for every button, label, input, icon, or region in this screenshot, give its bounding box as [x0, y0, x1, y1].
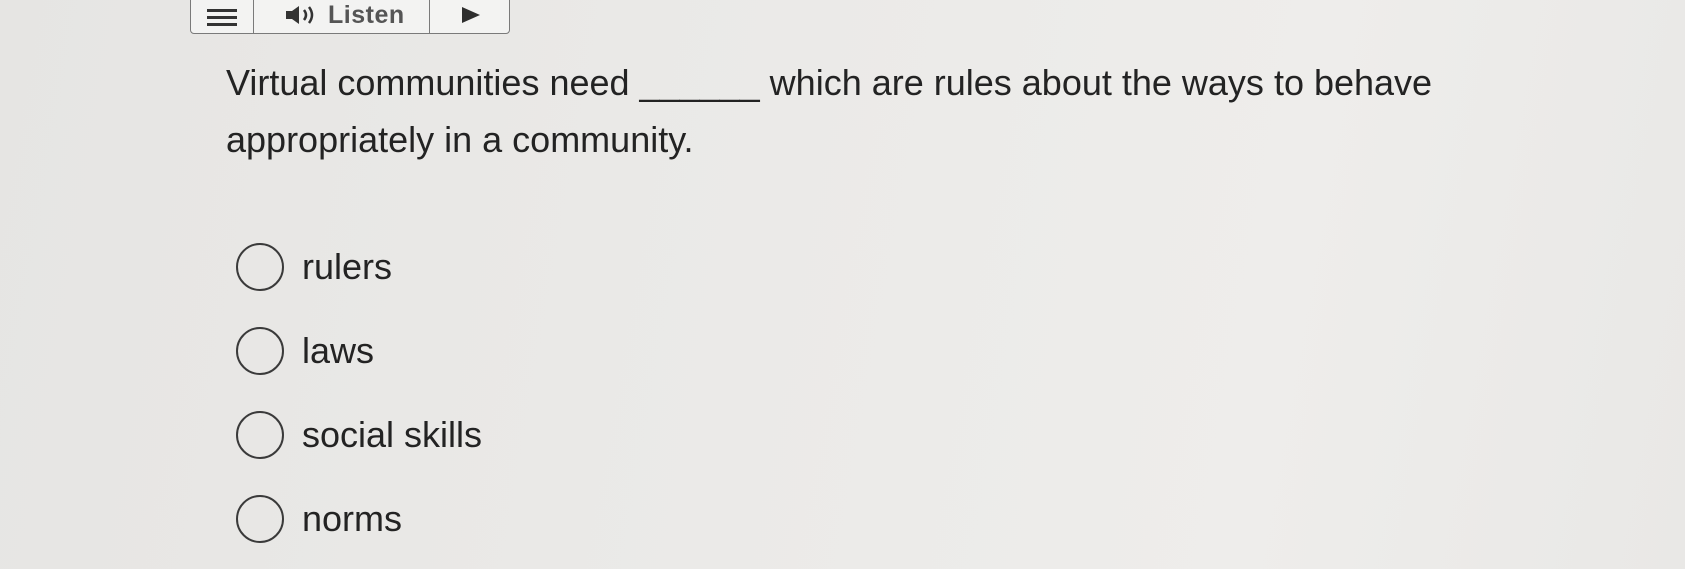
speaker-icon — [286, 6, 314, 24]
option-rulers[interactable]: rulers — [236, 225, 482, 309]
question-text: Virtual communities need ______ which ar… — [226, 62, 1433, 160]
radio-button[interactable] — [236, 495, 284, 543]
option-label: rulers — [302, 246, 393, 287]
listen-button[interactable]: Listen — [254, 0, 430, 33]
play-button[interactable] — [430, 0, 509, 33]
menu-button[interactable] — [191, 0, 254, 33]
radio-button[interactable] — [236, 243, 284, 291]
option-label: norms — [302, 498, 403, 539]
radio-button[interactable] — [236, 411, 284, 459]
option-label: social skills — [302, 414, 483, 455]
option-norms[interactable]: norms — [236, 477, 482, 561]
play-icon — [462, 7, 480, 23]
answer-options: rulers laws social skills norms — [236, 225, 482, 561]
option-social-skills[interactable]: social skills — [236, 393, 482, 477]
radio-button[interactable] — [236, 327, 284, 375]
accessibility-toolbar: Listen — [190, 0, 510, 34]
listen-label: Listen — [328, 0, 405, 29]
option-laws[interactable]: laws — [236, 309, 482, 393]
option-label: laws — [302, 330, 375, 371]
